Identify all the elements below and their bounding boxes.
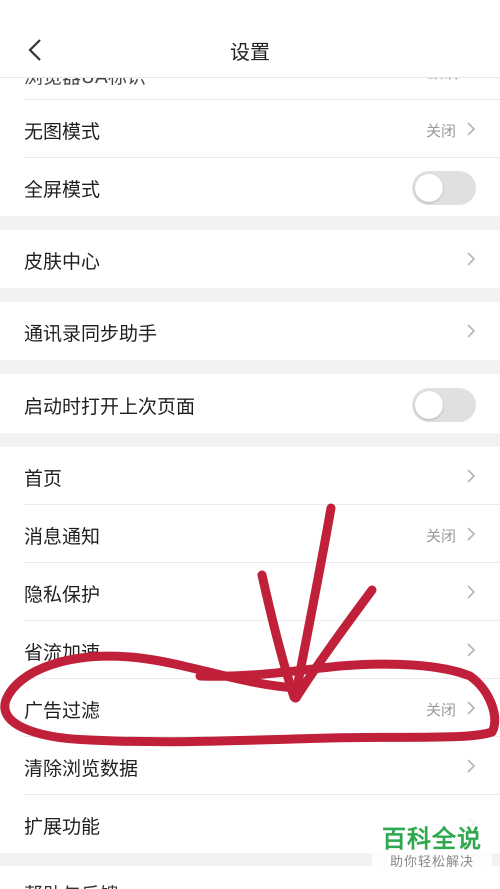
row-label: 广告过滤 (24, 700, 101, 722)
settings-row-fullscreen: 全屏模式 (0, 158, 500, 216)
settings-row-contacts-sync[interactable]: 通讯录同步助手 (0, 302, 500, 360)
row-label: 全屏模式 (24, 179, 101, 201)
section-gap (0, 216, 500, 230)
restore-page-toggle[interactable] (412, 388, 476, 422)
watermark: 百科全说 助你轻松解决 (372, 817, 492, 879)
toggle-knob (415, 391, 443, 419)
row-label: 首页 (24, 468, 63, 490)
section-gap (0, 360, 500, 374)
row-label: 无图模式 (24, 121, 101, 143)
row-value: 关闭 (425, 701, 456, 719)
settings-row-ad-filter[interactable]: 广告过滤 关闭 (0, 679, 500, 737)
watermark-subtitle: 助你轻松解决 (389, 855, 474, 870)
chevron-right-icon (467, 469, 476, 483)
row-value: 关闭 (425, 122, 456, 140)
row-label: 皮肤中心 (24, 251, 101, 273)
chevron-right-icon (467, 324, 476, 338)
chevron-right-icon (467, 701, 476, 715)
row-label: 通讯录同步助手 (24, 323, 158, 345)
row-label: 省流加速 (24, 642, 101, 664)
settings-row-clear-data[interactable]: 清除浏览数据 (0, 737, 500, 795)
row-label: 启动时打开上次页面 (24, 396, 196, 418)
settings-row-no-image[interactable]: 无图模式 关闭 (0, 100, 500, 158)
settings-row-data-saver[interactable]: 省流加速 (0, 621, 500, 679)
row-label: 清除浏览数据 (24, 758, 139, 780)
settings-row-home[interactable]: 首页 (0, 447, 500, 505)
section-gap (0, 433, 500, 447)
settings-row-privacy[interactable]: 隐私保护 (0, 563, 500, 621)
watermark-title: 百科全说 (382, 825, 482, 853)
page-title: 设置 (230, 40, 270, 64)
settings-row-skin-center[interactable]: 皮肤中心 (0, 230, 500, 288)
row-value: 关闭 (425, 527, 456, 545)
fullscreen-toggle[interactable] (412, 171, 476, 205)
chevron-right-icon (467, 759, 476, 773)
chevron-right-icon (467, 585, 476, 599)
settings-row-restore-last-page: 启动时打开上次页面 (0, 375, 500, 433)
row-label: 帮助与反馈 (24, 880, 119, 889)
row-label: 消息通知 (24, 526, 101, 548)
section-gap (0, 288, 500, 302)
settings-row-notifications[interactable]: 消息通知 关闭 (0, 505, 500, 563)
chevron-right-icon (467, 252, 476, 266)
chevron-right-icon (467, 527, 476, 541)
chevron-right-icon (467, 643, 476, 657)
row-label: 隐私保护 (24, 584, 101, 606)
chevron-right-icon (467, 122, 476, 136)
toggle-knob (415, 174, 443, 202)
header-bar: 设置 (0, 0, 500, 78)
row-label: 扩展功能 (24, 816, 101, 838)
